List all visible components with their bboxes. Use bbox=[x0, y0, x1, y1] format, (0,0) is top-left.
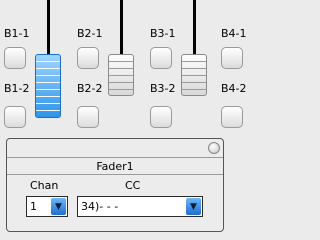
button-b2-1[interactable] bbox=[77, 47, 99, 69]
panel-divider-top bbox=[7, 157, 223, 158]
label-b2-1: B2-1 bbox=[77, 27, 103, 40]
cc-select[interactable]: 34)- - - ▼ bbox=[77, 196, 203, 217]
panel-divider-bottom bbox=[7, 174, 223, 175]
chan-label: Chan bbox=[30, 179, 59, 192]
chan-select[interactable]: 1 ▼ bbox=[26, 196, 68, 217]
close-icon[interactable] bbox=[208, 142, 220, 154]
panel-title: Fader1 bbox=[96, 160, 134, 173]
chan-value: 1 bbox=[30, 200, 37, 213]
chevron-down-icon[interactable]: ▼ bbox=[51, 198, 66, 215]
label-b2-2: B2-2 bbox=[77, 82, 103, 95]
fader-thumb-1[interactable] bbox=[35, 54, 61, 118]
label-b4-2: B4-2 bbox=[221, 82, 247, 95]
cc-value: 34)- - - bbox=[81, 200, 119, 213]
button-b4-2[interactable] bbox=[221, 106, 243, 128]
fader-thumb-2[interactable] bbox=[108, 54, 134, 96]
button-b2-2[interactable] bbox=[77, 106, 99, 128]
label-b1-2: B1-2 bbox=[4, 82, 30, 95]
button-b1-2[interactable] bbox=[4, 106, 26, 128]
fader-thumb-3[interactable] bbox=[181, 54, 207, 96]
label-b4-1: B4-1 bbox=[221, 27, 247, 40]
label-b3-2: B3-2 bbox=[150, 82, 176, 95]
label-b1-1: B1-1 bbox=[4, 27, 30, 40]
label-b3-1: B3-1 bbox=[150, 27, 176, 40]
chevron-down-icon[interactable]: ▼ bbox=[186, 198, 201, 215]
button-b3-1[interactable] bbox=[150, 47, 172, 69]
fader-settings-panel: Fader1 Chan CC 1 ▼ 34)- - - ▼ bbox=[6, 138, 224, 232]
button-b1-1[interactable] bbox=[4, 47, 26, 69]
button-b4-1[interactable] bbox=[221, 47, 243, 69]
cc-label: CC bbox=[125, 179, 141, 192]
button-b3-2[interactable] bbox=[150, 106, 172, 128]
